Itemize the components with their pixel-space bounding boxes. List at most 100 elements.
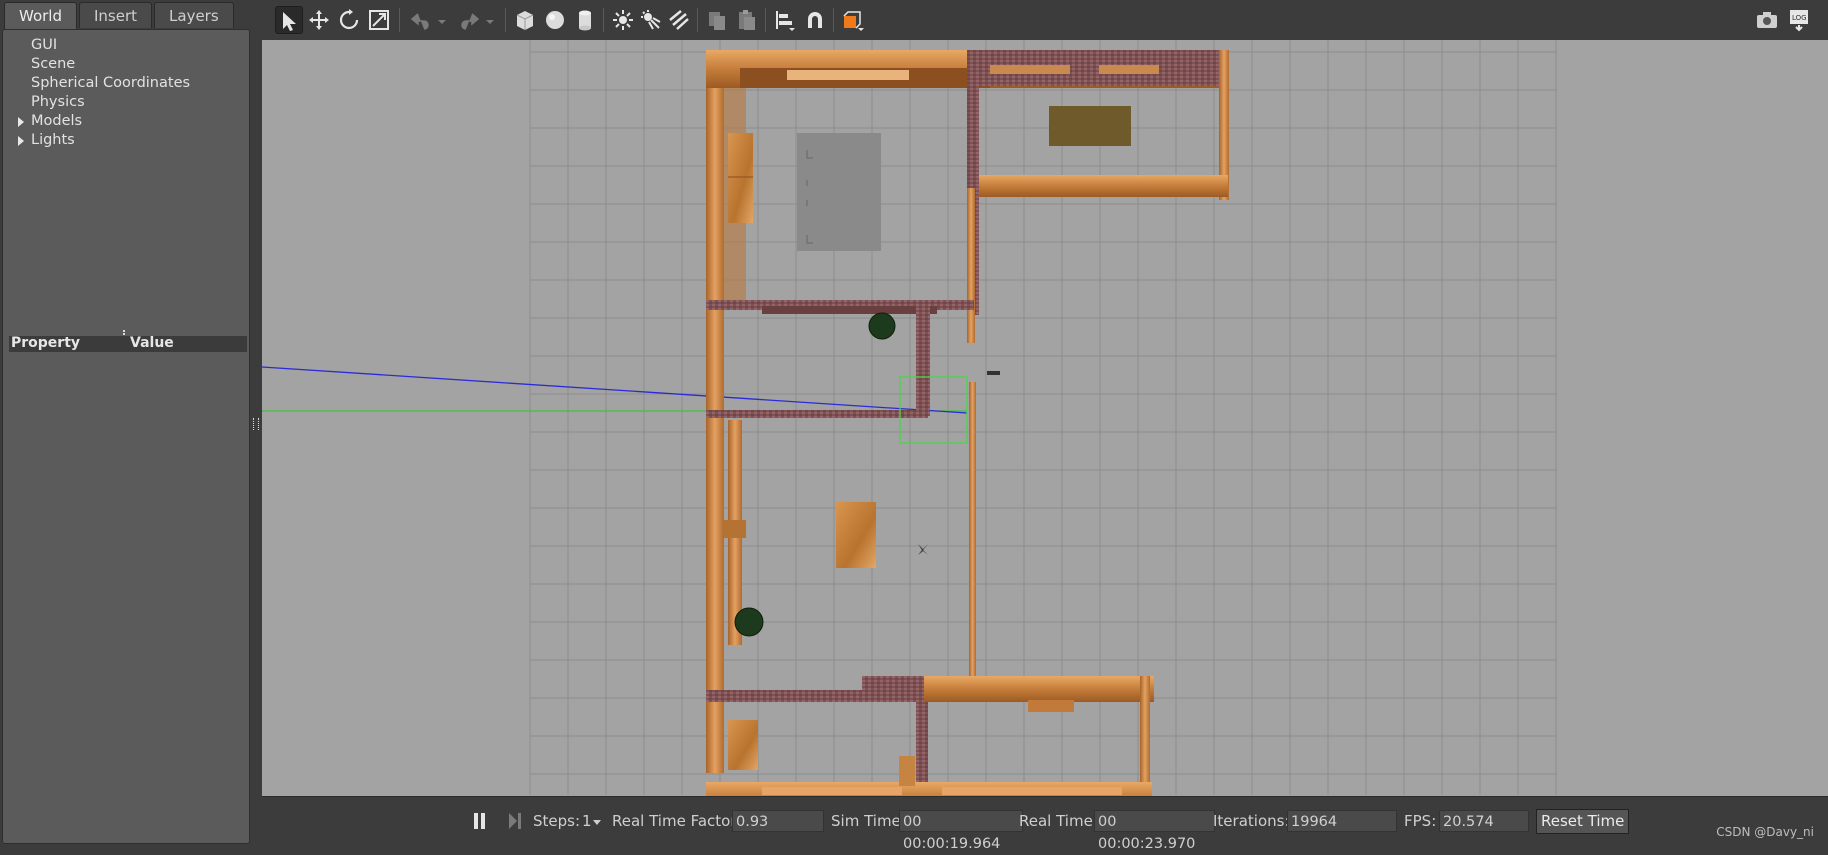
property-table-header: Property Value	[9, 335, 247, 352]
align-button[interactable]	[771, 6, 799, 34]
insert-directional-light-button[interactable]	[665, 6, 693, 34]
insert-point-light-button[interactable]	[609, 6, 637, 34]
pause-button[interactable]	[472, 812, 488, 830]
align-icon	[776, 11, 795, 31]
tree-item-physics[interactable]: Physics	[3, 93, 249, 112]
undo-button[interactable]	[407, 6, 435, 34]
bottom-right-table	[1028, 700, 1074, 712]
tree-item-label: Lights	[31, 132, 75, 148]
scene-render[interactable]	[262, 40, 1828, 796]
bottom-right-side-wall[interactable]	[1140, 676, 1150, 796]
steps-dropdown-icon[interactable]	[593, 820, 601, 825]
select-mode-button[interactable]	[275, 6, 303, 34]
tree-item-lights[interactable]: Lights	[3, 131, 249, 150]
tree-item-spherical-coordinates[interactable]: Spherical Coordinates	[3, 74, 249, 93]
bottom-right-top-wall[interactable]	[924, 676, 1154, 702]
potted-plant[interactable]	[868, 312, 896, 340]
vertical-brick-stub[interactable]	[916, 302, 930, 416]
toolbar-separator	[505, 8, 506, 32]
step-icon	[509, 813, 521, 829]
toolbar-separator	[697, 8, 698, 32]
world-tree: GUI Scene Spherical Coordinates Physics …	[3, 36, 249, 150]
value-column-header: Value	[130, 335, 174, 351]
lower-horizontal-brick-wall[interactable]	[706, 410, 928, 418]
paste-icon	[739, 10, 755, 30]
copy-icon	[709, 12, 725, 30]
splitter-grip-icon[interactable]	[253, 418, 259, 430]
tree-item-scene[interactable]: Scene	[3, 55, 249, 74]
real-time-label: Real Time:	[1019, 812, 1098, 830]
steps-label: Steps:	[533, 812, 581, 830]
rotate-mode-button[interactable]	[335, 6, 363, 34]
snap-button[interactable]	[801, 6, 829, 34]
screenshot-icon	[1757, 12, 1777, 28]
toolbar-separator	[765, 8, 766, 32]
undo-history-icon	[438, 20, 446, 24]
steps-value[interactable]: 1	[582, 810, 592, 832]
center-divider-wood[interactable]	[967, 188, 975, 343]
small-object[interactable]	[987, 371, 1000, 375]
svg-text:LOG: LOG	[1792, 14, 1807, 22]
redo-button[interactable]	[455, 6, 483, 34]
window-sill	[1099, 65, 1159, 74]
step-button[interactable]	[507, 812, 523, 830]
log-icon: LOG	[1790, 10, 1808, 32]
panel-tabs: World Insert Layers	[4, 2, 236, 31]
scale-mode-button[interactable]	[365, 6, 393, 34]
top-right-room-bottom-wall[interactable]	[974, 175, 1228, 197]
bottom-brick-step	[862, 676, 924, 692]
insert-cylinder-button[interactable]	[571, 6, 599, 34]
bottom-wall-window	[762, 787, 902, 795]
tree-item-models[interactable]: Models	[3, 112, 249, 131]
real-time-field: 00 00:00:23.970	[1094, 810, 1215, 852]
toolbar-separator	[833, 8, 834, 32]
x-axis-line	[262, 366, 968, 414]
window-sill	[990, 65, 1070, 74]
box-icon	[516, 11, 534, 30]
redo-history-button[interactable]	[483, 6, 497, 34]
tab-world[interactable]: World	[4, 2, 77, 31]
reset-time-button[interactable]: Reset Time	[1536, 809, 1630, 834]
paste-button[interactable]	[733, 6, 761, 34]
directional-light-icon	[669, 10, 689, 30]
scene-viewport[interactable]	[262, 40, 1828, 796]
tab-layers[interactable]: Layers	[154, 2, 234, 28]
bottom-vertical-brick[interactable]	[916, 690, 928, 796]
tree-item-gui[interactable]: GUI	[3, 36, 249, 55]
floor-rug[interactable]	[1049, 106, 1131, 146]
insert-box-button[interactable]	[511, 6, 539, 34]
snap-icon	[808, 12, 822, 28]
world-panel: GUI Scene Spherical Coordinates Physics …	[2, 29, 250, 844]
spot-light-icon	[641, 10, 661, 30]
insert-spot-light-button[interactable]	[637, 6, 665, 34]
undo-history-button[interactable]	[435, 6, 449, 34]
tab-insert[interactable]: Insert	[79, 2, 153, 28]
translate-mode-button[interactable]	[305, 6, 333, 34]
fps-field: 20.574	[1439, 810, 1529, 832]
redo-history-icon	[486, 20, 494, 24]
bottom-left-cabinet[interactable]	[728, 720, 758, 770]
sim-time-label: Sim Time:	[831, 812, 906, 830]
tree-property-splitter-handle[interactable]	[123, 330, 135, 333]
copy-button[interactable]	[703, 6, 731, 34]
lower-left-shelf	[724, 520, 746, 538]
undo-icon	[410, 13, 429, 30]
left-panel: World Insert Layers GUI Scene Spherical …	[0, 0, 256, 850]
expand-arrow-icon[interactable]	[18, 117, 24, 127]
iterations-label: Iterations:	[1213, 812, 1290, 830]
right-vertical-wall[interactable]	[969, 382, 976, 682]
insert-sphere-button[interactable]	[541, 6, 569, 34]
potted-plant[interactable]	[734, 607, 764, 637]
left-shelf[interactable]	[728, 133, 753, 223]
view-angle-button[interactable]	[839, 6, 867, 34]
fps-label: FPS:	[1404, 812, 1437, 830]
tree-item-label: GUI	[31, 37, 58, 53]
expand-arrow-icon[interactable]	[18, 136, 24, 146]
floor-table[interactable]	[797, 133, 881, 251]
wooden-crate[interactable]	[836, 502, 876, 568]
pause-icon	[474, 813, 485, 829]
log-button[interactable]: LOG	[1785, 6, 1813, 34]
view-angle-icon	[843, 11, 864, 31]
screenshot-button[interactable]	[1753, 6, 1781, 34]
scale-icon	[369, 10, 389, 30]
